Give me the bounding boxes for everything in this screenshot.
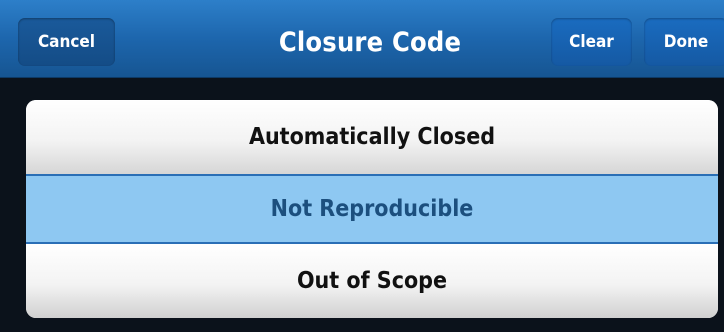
page-title: Closure Code xyxy=(278,26,462,58)
list-item-not-reproducible[interactable]: Not Reproducible xyxy=(26,174,718,244)
list-item-automatically-closed[interactable]: Automatically Closed xyxy=(26,100,718,174)
list-item-label: Automatically Closed xyxy=(248,124,496,150)
clear-button[interactable]: Clear xyxy=(551,18,632,66)
done-button[interactable]: Done xyxy=(644,18,724,66)
cancel-button[interactable]: Cancel xyxy=(18,18,115,66)
closure-code-list: Automatically Closed Not Reproducible Ou… xyxy=(26,100,718,318)
list-item-label: Not Reproducible xyxy=(270,196,474,222)
list-item-label: Out of Scope xyxy=(296,268,448,294)
navigation-bar: Cancel Closure Code Clear Done xyxy=(0,0,724,78)
list-item-out-of-scope[interactable]: Out of Scope xyxy=(26,244,718,318)
